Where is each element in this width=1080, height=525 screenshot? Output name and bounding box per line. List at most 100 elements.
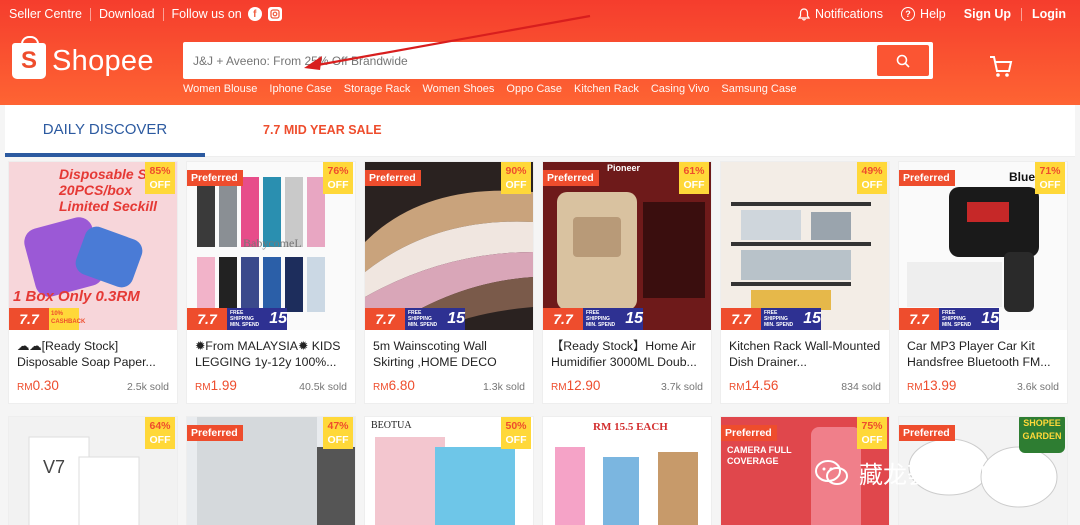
product-title[interactable]: 【Ready Stock】Home Air Humidifier 3000ML … — [551, 338, 707, 370]
product-card[interactable]: Blue Preferred 71% OFF 7.7 FREE SHIPPING M… — [898, 161, 1068, 404]
product-title[interactable]: Car MP3 Player Car Kit Handsfree Bluetoo… — [907, 338, 1063, 370]
image-caption-bottom: 1 Box Only 0.3RM — [13, 288, 140, 305]
preferred-badge: Preferred — [187, 170, 243, 186]
instagram-icon[interactable] — [267, 7, 282, 21]
sign-up-link[interactable]: Sign Up — [964, 7, 1011, 21]
discover-tabs: DAILY DISCOVER 7.7 MID YEAR SALE — [5, 105, 1075, 157]
notifications-label: Notifications — [814, 7, 884, 21]
shopee-bag-icon: S — [12, 36, 46, 79]
product-card[interactable]: 49% OFF 7.7 FREE SHIPPING MIN. SPEND 15 Kit… — [720, 161, 890, 404]
discount-badge: 71% OFF — [1035, 162, 1065, 194]
product-price: RM14.56 — [729, 378, 779, 393]
discount-badge: 47% OFF — [323, 417, 353, 449]
discount-badge: 90% OFF — [501, 162, 531, 194]
product-price: RM13.99 — [907, 378, 957, 393]
product-card[interactable]: BEOTUA 50% OFF — [364, 416, 534, 525]
search-button[interactable] — [877, 45, 929, 76]
product-card[interactable]: V7 64% OFF — [8, 416, 178, 525]
product-card[interactable]: Pioneer Preferred 61% OFF 7.7 FREE SHIPPI… — [542, 161, 712, 404]
topbar: Seller Centre Download Follow us on f No… — [0, 0, 1080, 28]
promo-banner: 7.7 FREE SHIPPING MIN. SPEND 15 — [365, 308, 533, 330]
discount-badge: 49% OFF — [857, 162, 887, 194]
discount-badge: 85% OFF — [145, 162, 175, 194]
tab-daily-discover[interactable]: DAILY DISCOVER — [5, 105, 205, 157]
preferred-badge: Preferred — [187, 425, 243, 441]
preferred-badge: Preferred — [899, 170, 955, 186]
image-caption: BabycomeL — [243, 236, 302, 250]
help-label: Help — [920, 7, 946, 21]
watermark-text: 藏龙荟跨境电商 — [859, 461, 1027, 489]
suggestion-link[interactable]: Storage Rack — [344, 83, 411, 95]
wechat-icon — [815, 459, 848, 485]
image-caption: Pioneer — [607, 163, 641, 173]
discount-badge: 76% OFF — [323, 162, 353, 194]
product-image[interactable]: Disposable S 20PCS/box Limited Seckill 1… — [9, 162, 177, 330]
notifications-link[interactable]: Notifications — [797, 7, 884, 21]
sold-count: 3.7k sold — [660, 381, 703, 393]
product-price: RM1.99 — [195, 378, 237, 393]
download-link[interactable]: Download — [99, 7, 155, 21]
preferred-badge: Preferred — [365, 170, 421, 186]
suggestion-link[interactable]: Women Blouse — [183, 83, 257, 95]
image-caption: V7 — [43, 457, 66, 477]
cart-icon[interactable] — [988, 54, 1014, 80]
shopee-garden-icon[interactable]: SHOPEE GARDEN — [1019, 417, 1065, 453]
product-title[interactable]: 5m Wainscoting Wall Skirting ,HOME DECO … — [373, 338, 529, 370]
image-caption: Blue — [1009, 170, 1036, 184]
promo-banner: 7.7 FREE SHIPPING MIN. SPEND 15 — [721, 308, 889, 330]
sold-count: 1.3k sold — [482, 381, 525, 393]
sold-count: 834 sold — [841, 381, 881, 393]
header: Seller Centre Download Follow us on f No… — [0, 0, 1080, 105]
product-card[interactable]: Preferred 47% OFF — [186, 416, 356, 525]
suggestion-link[interactable]: Oppo Case — [506, 83, 562, 95]
divider — [89, 7, 91, 21]
product-image[interactable]: 49% OFF 7.7 FREE SHIPPING MIN. SPEND 15 — [721, 162, 889, 330]
seller-centre-link[interactable]: Seller Centre — [9, 7, 82, 21]
watermark: 藏龙荟跨境电商 — [815, 455, 1027, 490]
suggestion-link[interactable]: Samsung Case — [721, 83, 796, 95]
suggestion-link[interactable]: Iphone Case — [269, 83, 331, 95]
facebook-icon[interactable]: f — [247, 7, 262, 21]
shopee-logo[interactable]: S Shopee — [12, 36, 154, 79]
suggestion-link[interactable]: Women Shoes — [422, 83, 494, 95]
product-card[interactable]: Preferred 90% OFF 7.7 FREE SHIPPING MIN. S… — [364, 161, 534, 404]
promo-banner: 7.7 FREE SHIPPING MIN. SPEND 15 — [543, 308, 711, 330]
help-icon: ? — [901, 7, 916, 21]
product-card[interactable]: RM 15.5 EACH — [542, 416, 712, 525]
divider — [162, 7, 164, 21]
promo-banner: 7.7 10% CASHBACK — [9, 308, 177, 330]
discount-badge: 61% OFF — [679, 162, 709, 194]
suggestion-link[interactable]: Kitchen Rack — [574, 83, 639, 95]
image-caption: BEOTUA — [371, 420, 412, 431]
promo-banner: 7.7 FREE SHIPPING MIN. SPEND 15 — [187, 308, 355, 330]
bell-icon — [797, 7, 810, 21]
product-card[interactable]: Disposable S 20PCS/box Limited Seckill 1… — [8, 161, 178, 404]
search-input[interactable] — [193, 42, 873, 79]
help-link[interactable]: ? Help — [901, 7, 946, 21]
product-image[interactable]: Pioneer Preferred 61% OFF 7.7 FREE SHIPPI… — [543, 162, 711, 330]
product-price: RM12.90 — [551, 378, 601, 393]
product-image[interactable]: Blue Preferred 71% OFF 7.7 FREE SHIPPING M… — [899, 162, 1067, 330]
login-link[interactable]: Login — [1032, 7, 1066, 21]
product-price: RM0.30 — [17, 378, 59, 393]
search-suggestions: Women Blouse Iphone Case Storage Rack Wo… — [183, 83, 797, 95]
discount-badge: 75% OFF — [857, 417, 887, 449]
product-card[interactable]: BabycomeL Preferred 76% OFF 7.7 FREE SHIP… — [186, 161, 356, 404]
product-title[interactable]: Kitchen Rack Wall-Mounted Dish Drainer..… — [729, 338, 885, 370]
discount-badge: 50% OFF — [501, 417, 531, 449]
preferred-badge: Preferred — [721, 425, 777, 441]
product-image[interactable]: Preferred 90% OFF 7.7 FREE SHIPPING MIN. S… — [365, 162, 533, 330]
follow-us-label: Follow us on — [171, 7, 242, 21]
tab-mid-year-sale[interactable]: 7.7 MID YEAR SALE — [263, 105, 382, 157]
product-title[interactable]: ✹From MALAYSIA✹ KIDS LEGGING 1y-12y 100%… — [195, 338, 351, 370]
product-image[interactable]: BabycomeL Preferred 76% OFF 7.7 FREE SHIP… — [187, 162, 355, 330]
search-icon — [896, 54, 910, 68]
sold-count: 40.5k sold — [299, 381, 347, 393]
sold-count: 3.6k sold — [1016, 381, 1059, 393]
product-title[interactable]: ☁☁[Ready Stock] Disposable Soap Paper... — [17, 338, 173, 370]
promo-banner: 7.7 FREE SHIPPING MIN. SPEND 15 — [899, 308, 1067, 330]
discount-badge: 64% OFF — [145, 417, 175, 449]
suggestion-link[interactable]: Casing Vivo — [651, 83, 710, 95]
logo-text: Shopee — [52, 44, 154, 77]
image-caption: RM 15.5 EACH — [593, 421, 668, 433]
